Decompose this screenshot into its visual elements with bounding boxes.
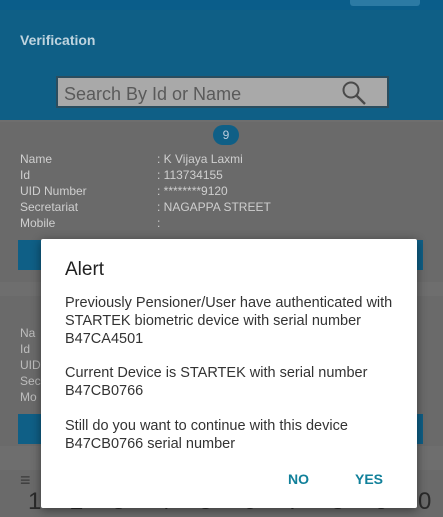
info-row-mobile: Mobile : [20, 216, 160, 230]
card2-mobile-label: Mo [20, 390, 37, 404]
card2-uid-label: UID [20, 358, 41, 372]
mobile-label: Mobile [20, 216, 56, 230]
app-bar: Verification [0, 10, 443, 68]
key-0[interactable]: 0 [418, 488, 431, 516]
dialog-message-confirm: Still do you want to continue with this … [65, 418, 348, 452]
yes-button[interactable]: YES [355, 471, 383, 487]
uid-value: : ********9120 [157, 184, 228, 198]
info-row-name: Name : K Vijaya Laxmi [20, 152, 243, 166]
info-row-secretariat: Secretariat : NAGAPPA STREET [20, 200, 271, 214]
key-1[interactable]: 1 [28, 488, 41, 516]
info-row-uid: UID Number : ********9120 [20, 184, 228, 198]
search-icon[interactable] [341, 80, 367, 106]
page-title: Verification [20, 32, 96, 48]
search-section [0, 68, 443, 120]
uid-label: UID Number [20, 184, 87, 198]
card2-name-label: Na [20, 326, 36, 340]
status-indicator [350, 0, 420, 6]
secretariat-value: : NAGAPPA STREET [157, 200, 271, 214]
id-label: Id [20, 168, 31, 182]
dialog-title: Alert [65, 259, 105, 280]
id-value: : 113734155 [157, 168, 223, 182]
search-input[interactable] [62, 81, 326, 107]
card2-id-label: Id [20, 342, 31, 356]
dialog-message-previous-device: Previously Pensioner/User have authentic… [65, 295, 393, 347]
secretariat-label: Secretariat [20, 200, 79, 214]
info-row-id: Id : 113734155 [20, 168, 223, 182]
name-value: : K Vijaya Laxmi [157, 152, 243, 166]
search-box[interactable] [56, 76, 389, 108]
dialog-message-current-device: Current Device is STARTEK with serial nu… [65, 365, 368, 399]
card2-secretariat-label: Sec [20, 374, 41, 388]
alert-dialog: Alert Previously Pensioner/User have aut… [41, 239, 417, 508]
no-button[interactable]: NO [288, 471, 309, 487]
count-badge: 9 [213, 125, 239, 145]
name-label: Name [20, 152, 53, 166]
status-bar [0, 0, 443, 10]
mobile-value: : [157, 216, 161, 230]
